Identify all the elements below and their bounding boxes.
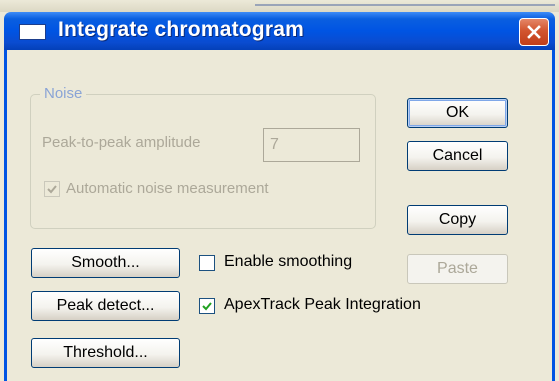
enable-smoothing-checkbox[interactable] [199,255,215,271]
cancel-button[interactable]: Cancel [407,141,508,171]
enable-smoothing-label: Enable smoothing [224,253,353,270]
apextrack-label: ApexTrack Peak Integration [224,296,421,313]
noise-group-label: Noise [40,85,87,102]
threshold-button[interactable]: Threshold... [31,338,180,368]
peak-to-peak-amplitude-label: Peak-to-peak amplitude [42,134,201,151]
paste-button[interactable]: Paste [407,254,508,284]
close-icon [527,25,541,39]
integrate-chromatogram-dialog: Integrate chromatogram Noise Peak-to-pea… [0,0,559,381]
window-icon [19,24,46,40]
copy-button[interactable]: Copy [407,205,508,235]
automatic-noise-label: Automatic noise measurement [66,180,269,197]
ok-button[interactable]: OK [407,98,508,128]
close-button[interactable] [519,18,549,46]
peak-to-peak-amplitude-field[interactable]: 7 [263,128,360,162]
apextrack-checkbox[interactable] [199,298,215,314]
checkmark-icon [47,185,57,194]
checkmark-icon [202,302,212,311]
background-divider [255,4,555,6]
smooth-button[interactable]: Smooth... [31,248,180,278]
peak-detect-button[interactable]: Peak detect... [31,291,180,321]
title-bar[interactable]: Integrate chromatogram [4,12,555,50]
automatic-noise-checkbox[interactable] [44,181,60,197]
background-window-edge [0,0,559,12]
dialog-title: Integrate chromatogram [58,18,304,41]
